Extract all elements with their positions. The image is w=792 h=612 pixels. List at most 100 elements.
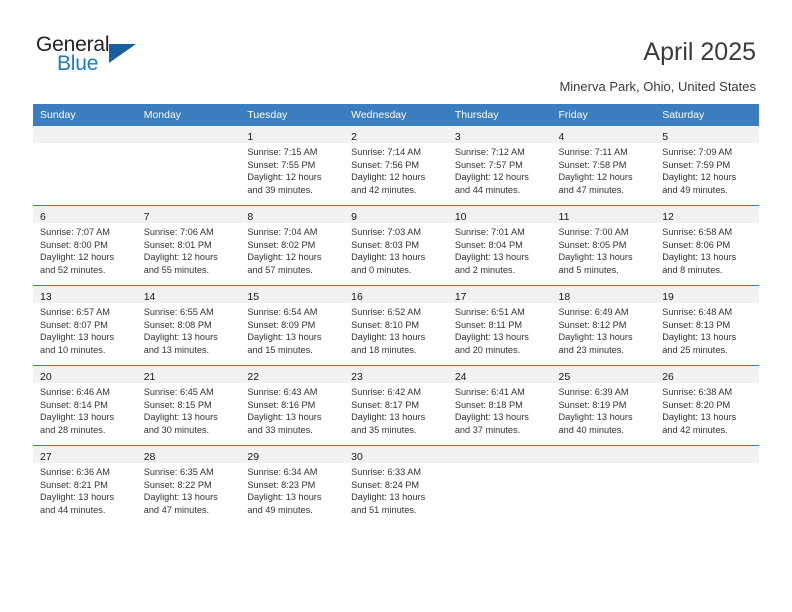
calendar-day-cell[interactable]: 22 Sunrise: 6:43 AM Sunset: 8:16 PM Dayligh… [240, 365, 345, 446]
daylight-duration-line2: and 10 minutes. [40, 344, 106, 355]
day-detail-text: Sunrise: 7:15 AM Sunset: 7:55 PM Daylight:… [240, 143, 344, 196]
weekday-header-friday: Friday [551, 104, 656, 126]
calendar-day-cell[interactable]: 5 Sunrise: 7:09 AM Sunset: 7:59 PM Daylight… [655, 126, 759, 206]
sunrise-time: Sunrise: 7:04 AM [247, 227, 318, 237]
calendar-day-cell[interactable]: 23 Sunrise: 6:42 AM Sunset: 8:17 PM Dayligh… [344, 365, 448, 446]
daylight-duration-line1: Daylight: 13 hours [143, 492, 218, 503]
day-number-band [136, 126, 241, 143]
day-number: 9 [351, 211, 357, 223]
calendar-day-cell[interactable]: 27 Sunrise: 6:36 AM Sunset: 8:21 PM Dayligh… [33, 445, 137, 525]
calendar-day-cell[interactable]: 26 Sunrise: 6:38 AM Sunset: 8:20 PM Dayligh… [655, 365, 759, 446]
daylight-duration-line1: Daylight: 12 hours [351, 172, 426, 183]
sunrise-time: Sunrise: 6:54 AM [247, 307, 318, 317]
day-number-band: 22 [240, 366, 345, 383]
daylight-duration-line1: Daylight: 13 hours [143, 412, 218, 423]
sunset-time: Sunset: 8:12 PM [558, 319, 627, 330]
day-number: 18 [558, 291, 571, 303]
calendar-day-cell[interactable]: 16 Sunrise: 6:52 AM Sunset: 8:10 PM Dayligh… [344, 285, 448, 366]
sunset-time: Sunset: 7:59 PM [662, 159, 731, 170]
daylight-duration-line2: and 18 minutes. [351, 344, 417, 355]
sunrise-time: Sunrise: 6:34 AM [247, 467, 318, 477]
calendar-week-row: 6 Sunrise: 7:07 AM Sunset: 8:00 PM Daylight… [33, 205, 759, 286]
weekday-header-saturday: Saturday [655, 104, 759, 126]
daylight-duration-line1: Daylight: 13 hours [558, 412, 633, 423]
calendar-day-cell[interactable]: 9 Sunrise: 7:03 AM Sunset: 8:03 PM Daylight… [344, 205, 448, 286]
sunset-time: Sunset: 8:16 PM [247, 399, 316, 410]
sunrise-time: Sunrise: 7:00 AM [558, 227, 629, 237]
day-number-band: 11 [551, 206, 656, 223]
calendar-day-cell[interactable]: 14 Sunrise: 6:55 AM Sunset: 8:08 PM Dayligh… [136, 285, 241, 366]
day-number: 27 [40, 451, 52, 463]
sunrise-time: Sunrise: 7:07 AM [40, 227, 110, 237]
calendar-day-cell[interactable]: 15 Sunrise: 6:54 AM Sunset: 8:09 PM Dayligh… [240, 285, 345, 366]
day-number: 19 [662, 291, 674, 303]
sunset-time: Sunset: 7:55 PM [247, 159, 316, 170]
calendar-day-cell[interactable]: 29 Sunrise: 6:34 AM Sunset: 8:23 PM Dayligh… [240, 445, 345, 525]
day-number-band [33, 126, 137, 143]
sunset-time: Sunset: 8:18 PM [454, 399, 523, 410]
calendar-day-cell[interactable]: 8 Sunrise: 7:04 AM Sunset: 8:02 PM Daylight… [240, 205, 345, 286]
calendar-day-cell[interactable]: 20 Sunrise: 6:46 AM Sunset: 8:14 PM Dayligh… [33, 365, 137, 446]
calendar-day-cell[interactable]: 2 Sunrise: 7:14 AM Sunset: 7:56 PM Daylight… [344, 126, 448, 206]
day-number-band: 8 [240, 206, 345, 223]
calendar-day-cell[interactable]: 25 Sunrise: 6:39 AM Sunset: 8:19 PM Dayligh… [551, 365, 656, 446]
calendar-day-cell[interactable]: 12 Sunrise: 6:58 AM Sunset: 8:06 PM Dayligh… [655, 205, 759, 286]
page-header: General Blue April 2025 Minerva Park, Oh… [0, 0, 792, 104]
daylight-duration-line2: and 0 minutes. [351, 264, 412, 275]
day-detail-text [33, 143, 137, 146]
daylight-duration-line2: and 30 minutes. [143, 424, 210, 435]
calendar-day-cell[interactable]: 17 Sunrise: 6:51 AM Sunset: 8:11 PM Dayligh… [447, 285, 552, 366]
day-detail-text: Sunrise: 7:06 AM Sunset: 8:01 PM Daylight:… [137, 223, 241, 276]
day-detail-text [552, 463, 656, 466]
sunrise-time: Sunrise: 6:38 AM [662, 387, 733, 397]
day-number: 5 [662, 131, 669, 143]
calendar-day-cell[interactable]: 18 Sunrise: 6:49 AM Sunset: 8:12 PM Dayligh… [551, 285, 656, 366]
day-number: 2 [351, 131, 357, 143]
daylight-duration-line1: Daylight: 13 hours [351, 492, 426, 503]
calendar-day-cell-empty [33, 126, 137, 206]
calendar-day-cell[interactable]: 21 Sunrise: 6:45 AM Sunset: 8:15 PM Dayligh… [136, 365, 241, 446]
daylight-duration-line2: and 15 minutes. [247, 344, 313, 355]
day-number-band: 17 [447, 286, 552, 303]
day-number: 1 [247, 131, 254, 143]
sunset-time: Sunset: 8:24 PM [351, 479, 420, 490]
sunset-time: Sunset: 8:01 PM [143, 239, 212, 250]
calendar-week-row: 13 Sunrise: 6:57 AM Sunset: 8:07 PM Dayligh… [33, 285, 759, 366]
calendar-day-cell[interactable]: 3 Sunrise: 7:12 AM Sunset: 7:57 PM Daylight… [447, 126, 552, 206]
sunset-time: Sunset: 8:21 PM [40, 479, 108, 490]
day-number: 15 [247, 291, 260, 303]
calendar-day-cell[interactable]: 24 Sunrise: 6:41 AM Sunset: 8:18 PM Dayligh… [447, 365, 552, 446]
day-detail-text [655, 463, 759, 466]
page-title: April 2025 [643, 38, 756, 66]
day-detail-text: Sunrise: 6:54 AM Sunset: 8:09 PM Daylight:… [240, 303, 344, 356]
calendar-day-cell[interactable]: 13 Sunrise: 6:57 AM Sunset: 8:07 PM Dayligh… [33, 285, 137, 366]
day-number-band: 30 [344, 446, 448, 463]
calendar-day-cell[interactable]: 11 Sunrise: 7:00 AM Sunset: 8:05 PM Dayligh… [551, 205, 656, 286]
daylight-duration-line2: and 33 minutes. [247, 424, 313, 435]
calendar-day-cell[interactable]: 28 Sunrise: 6:35 AM Sunset: 8:22 PM Dayligh… [136, 445, 241, 525]
day-number-band: 21 [136, 366, 241, 383]
sunset-time: Sunset: 8:14 PM [40, 399, 108, 410]
day-number-band: 13 [33, 286, 137, 303]
day-detail-text: Sunrise: 7:11 AM Sunset: 7:58 PM Daylight:… [552, 143, 656, 196]
daylight-duration-line2: and 47 minutes. [558, 184, 624, 195]
sunset-time: Sunset: 8:07 PM [40, 319, 108, 330]
day-detail-text: Sunrise: 6:41 AM Sunset: 8:18 PM Daylight:… [448, 383, 552, 436]
day-number: 4 [558, 131, 565, 143]
calendar-day-cell[interactable]: 10 Sunrise: 7:01 AM Sunset: 8:04 PM Dayligh… [447, 205, 552, 286]
day-detail-text: Sunrise: 6:34 AM Sunset: 8:23 PM Daylight:… [240, 463, 344, 516]
day-number-band: 18 [551, 286, 656, 303]
calendar-day-cell[interactable]: 6 Sunrise: 7:07 AM Sunset: 8:00 PM Daylight… [33, 205, 137, 286]
weekday-header-sunday: Sunday [33, 104, 137, 126]
calendar-day-cell[interactable]: 1 Sunrise: 7:15 AM Sunset: 7:55 PM Daylight… [240, 126, 345, 206]
day-detail-text: Sunrise: 7:09 AM Sunset: 7:59 PM Daylight:… [655, 143, 759, 196]
weekday-header-wednesday: Wednesday [344, 104, 448, 126]
calendar-day-cell[interactable]: 7 Sunrise: 7:06 AM Sunset: 8:01 PM Daylight… [136, 205, 241, 286]
sunrise-time: Sunrise: 6:55 AM [143, 307, 214, 317]
calendar-day-cell[interactable]: 4 Sunrise: 7:11 AM Sunset: 7:58 PM Daylight… [551, 126, 656, 206]
calendar-day-cell[interactable]: 19 Sunrise: 6:48 AM Sunset: 8:13 PM Dayligh… [655, 285, 759, 366]
general-blue-logo[interactable]: General Blue [36, 33, 146, 81]
calendar-day-cell[interactable]: 30 Sunrise: 6:33 AM Sunset: 8:24 PM Dayligh… [344, 445, 448, 525]
sunrise-time: Sunrise: 6:41 AM [454, 387, 525, 397]
day-number-band: 26 [655, 366, 759, 383]
